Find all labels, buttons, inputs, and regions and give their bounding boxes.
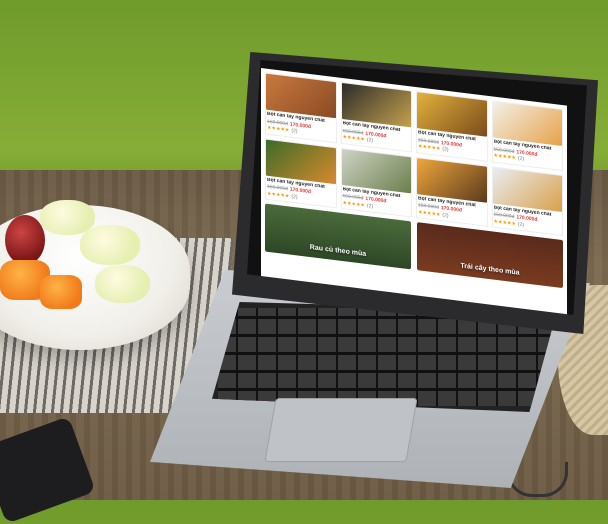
rating-stars: ★★★★★ (342, 134, 365, 143)
product-card[interactable]: Bột cần tây nguyên chất 150.000đ 170.000đ… (340, 147, 412, 218)
banner-label: Trái cây theo mùa (460, 262, 520, 277)
rating-stars: ★★★★★ (267, 190, 290, 199)
product-image (341, 82, 411, 128)
product-image (492, 166, 562, 212)
review-count: (2) (442, 146, 449, 154)
product-card[interactable]: Bột cần tây nguyên chất 150.000đ 170.000đ… (491, 100, 563, 171)
review-count: (2) (366, 137, 374, 144)
fruit-bowl (0, 200, 190, 350)
product-image (341, 148, 411, 193)
rating-stars: ★★★★★ (342, 199, 365, 209)
orange-slice (40, 275, 82, 309)
review-count: (2) (442, 211, 449, 219)
product-card[interactable]: Bột cần tây nguyên chất 150.000đ 170.000đ… (491, 165, 563, 237)
product-image (266, 73, 336, 119)
product-card[interactable]: Bột cần tây nguyên chất 150.000đ 170.000đ… (340, 81, 412, 153)
banner-label: Rau củ theo mùa (309, 243, 367, 258)
product-image (492, 101, 562, 146)
product-card[interactable]: Bột cần tây nguyên chất 150.000đ 170.000đ… (265, 72, 337, 143)
review-count: (2) (366, 202, 374, 210)
product-image (417, 92, 487, 137)
rating-stars: ★★★★★ (493, 218, 516, 227)
product-image (266, 139, 336, 184)
pear-slice (95, 265, 150, 303)
apple-slice (5, 215, 45, 265)
product-card[interactable]: Bột cần tây nguyên chất 150.000đ 170.000đ… (416, 91, 488, 162)
review-count: (2) (291, 193, 298, 200)
review-count: (2) (291, 127, 298, 135)
review-count: (2) (517, 221, 525, 228)
review-count: (2) (517, 155, 525, 163)
rating-stars: ★★★★★ (267, 124, 290, 134)
pear-slice (80, 225, 140, 265)
product-card[interactable]: Bột cần tây nguyên chất 150.000đ 170.000đ… (265, 137, 337, 209)
laptop-screen: Bột cần tây nguyên chất 150.000đ 170.000đ… (247, 60, 587, 315)
product-card[interactable]: Bột cần tây nguyên chất 150.000đ 170.000đ… (416, 156, 488, 227)
laptop-trackpad (264, 398, 418, 462)
rating-stars: ★★★★★ (493, 152, 516, 162)
rating-stars: ★★★★★ (418, 208, 441, 218)
rating-stars: ★★★★★ (418, 143, 441, 153)
product-image (417, 157, 487, 203)
store-page: Bột cần tây nguyên chất 150.000đ 170.000đ… (261, 68, 567, 315)
